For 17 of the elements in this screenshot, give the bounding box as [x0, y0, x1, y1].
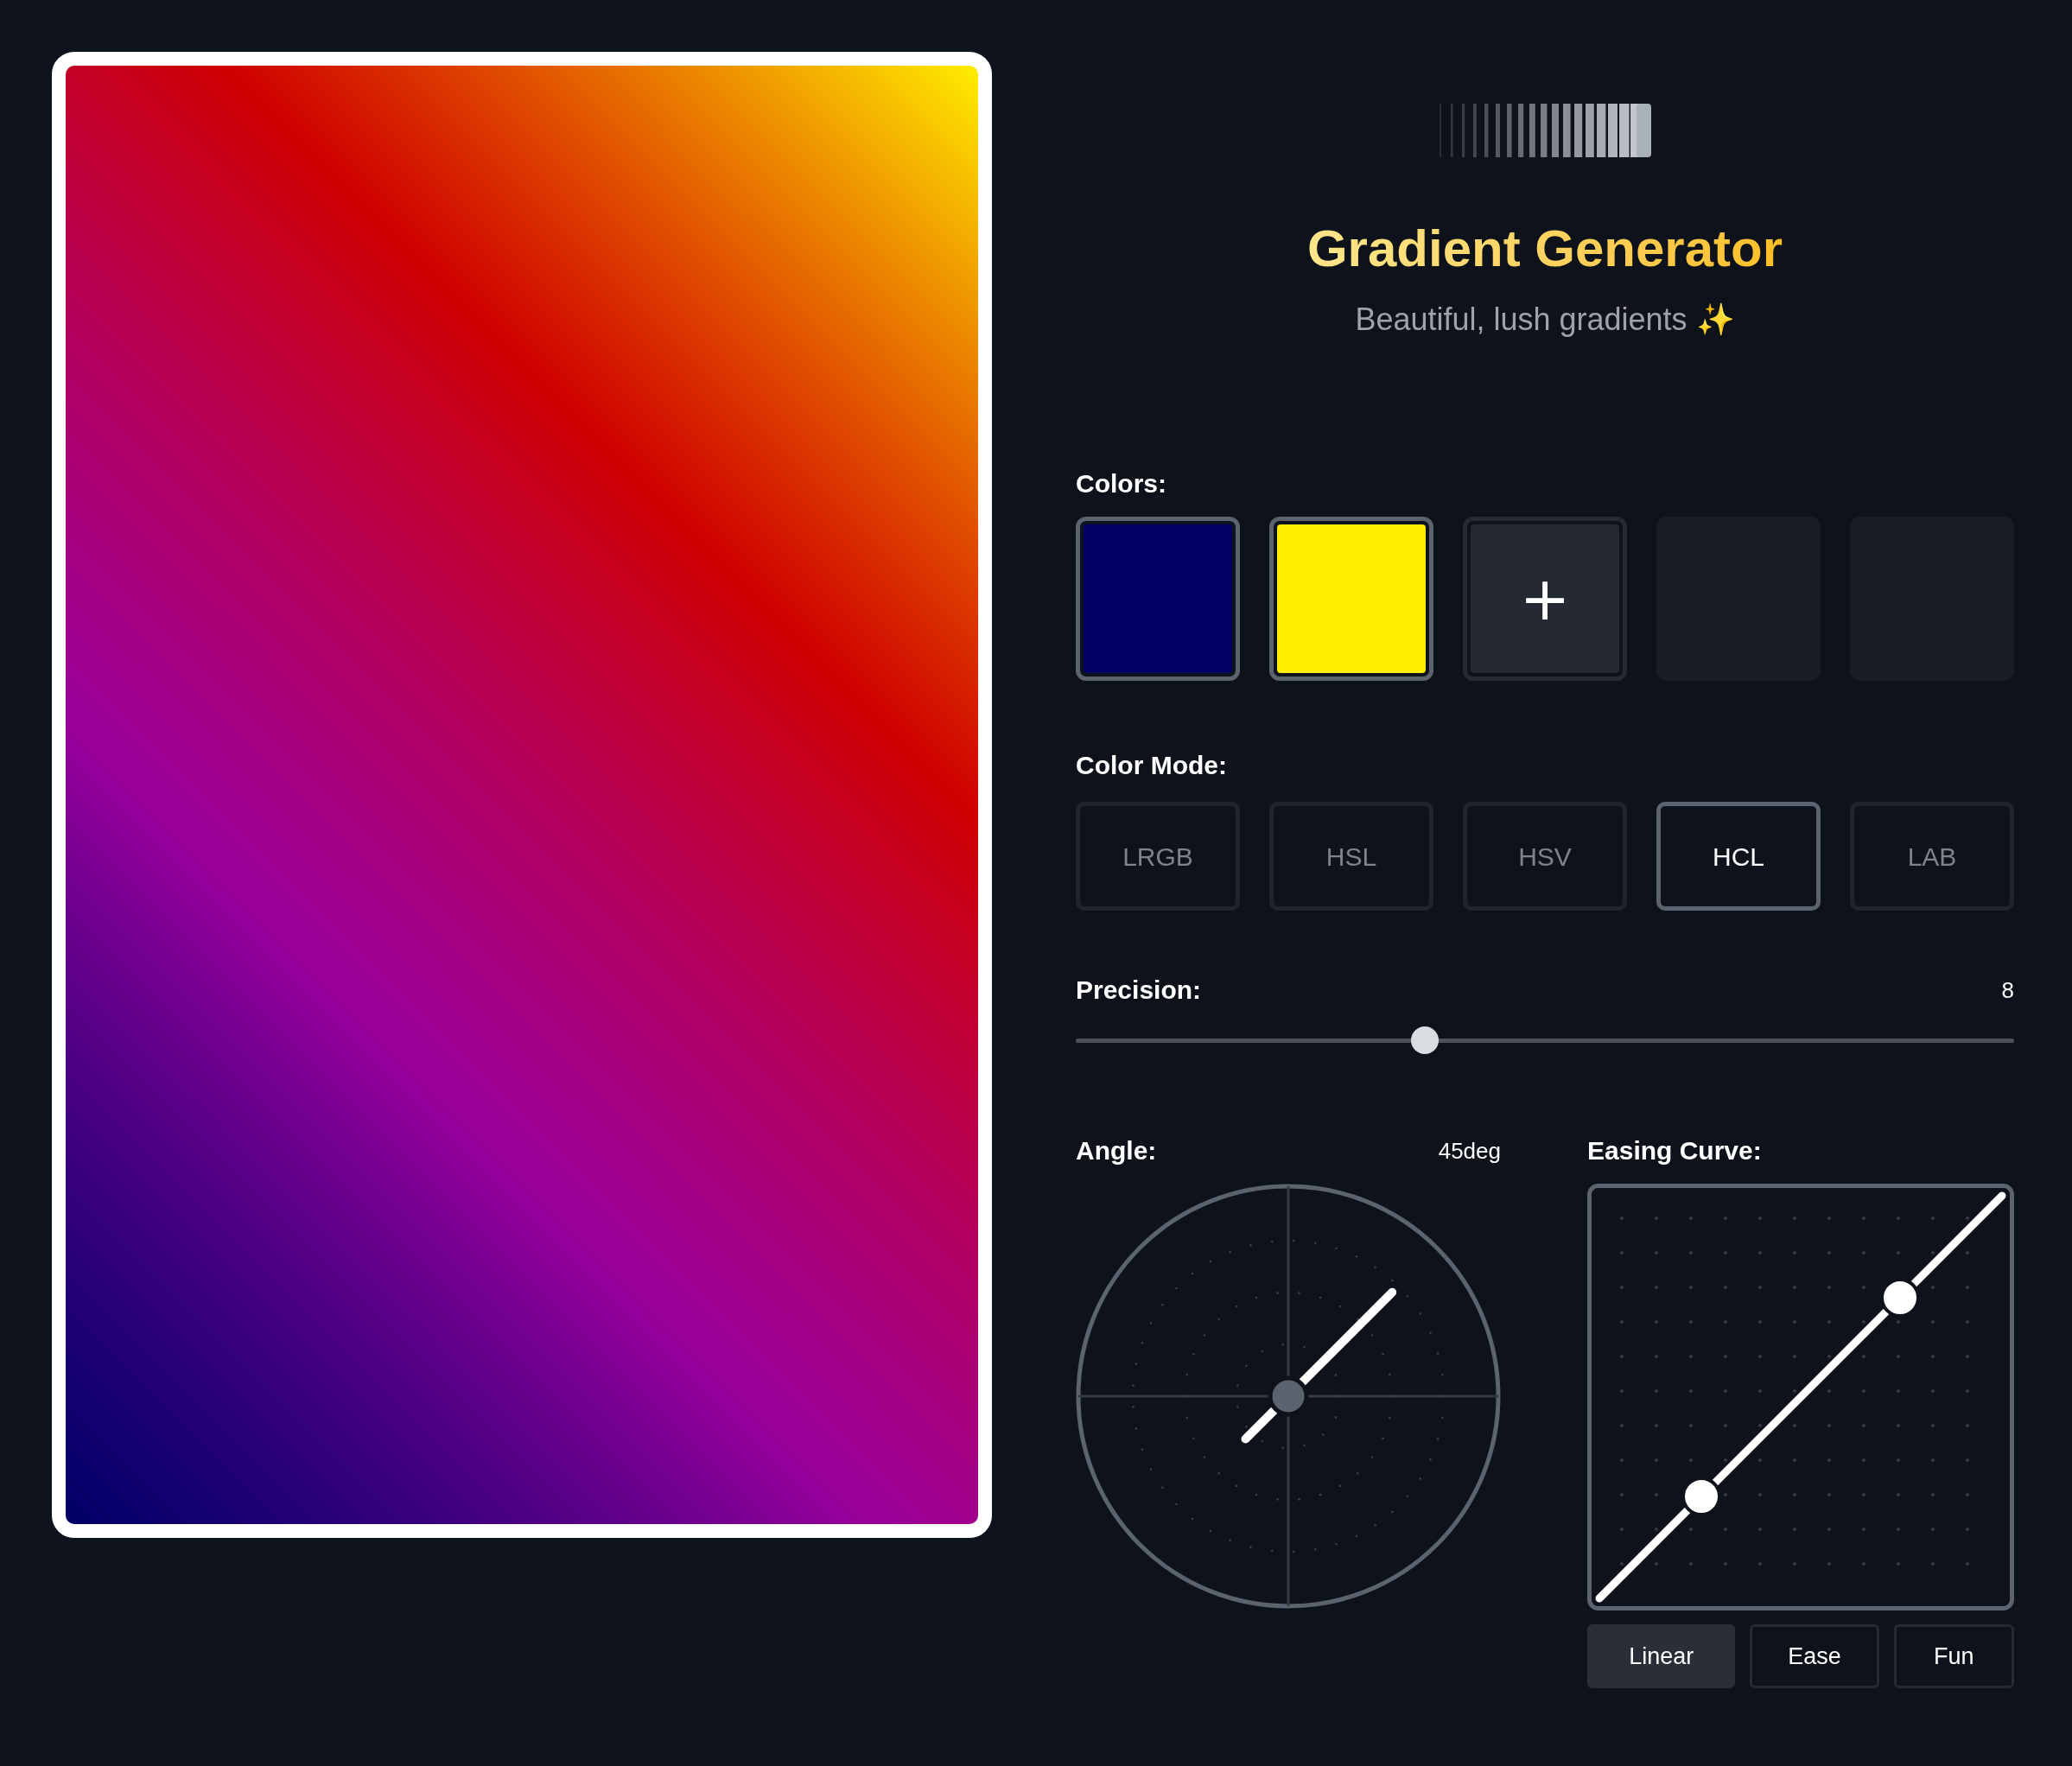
add-color-button[interactable]: +: [1463, 517, 1627, 681]
mode-button[interactable]: LAB: [1850, 802, 2014, 911]
section-label: Precision:: [1076, 975, 1202, 1006]
section-label: Color Mode:: [1076, 750, 1228, 781]
easing-preset-button[interactable]: Linear: [1587, 1624, 1736, 1688]
mode-button[interactable]: HSV: [1463, 802, 1627, 911]
angle-value: 45deg: [1438, 1137, 1501, 1166]
easing-preset-button[interactable]: Fun: [1893, 1624, 2014, 1688]
mode-button[interactable]: HCL: [1656, 802, 1821, 911]
section-label: Colors:: [1076, 468, 1167, 499]
easing-preset-button[interactable]: Ease: [1750, 1624, 1879, 1688]
mode-button[interactable]: HSL: [1269, 802, 1433, 911]
app-subtitle: Beautiful, lush gradients ✨: [1355, 301, 1735, 339]
precision-value: 8: [2001, 976, 2014, 1005]
mode-button[interactable]: LRGB: [1076, 802, 1240, 911]
section-label: Angle:: [1076, 1135, 1157, 1166]
section-label: Easing Curve:: [1587, 1135, 1763, 1166]
